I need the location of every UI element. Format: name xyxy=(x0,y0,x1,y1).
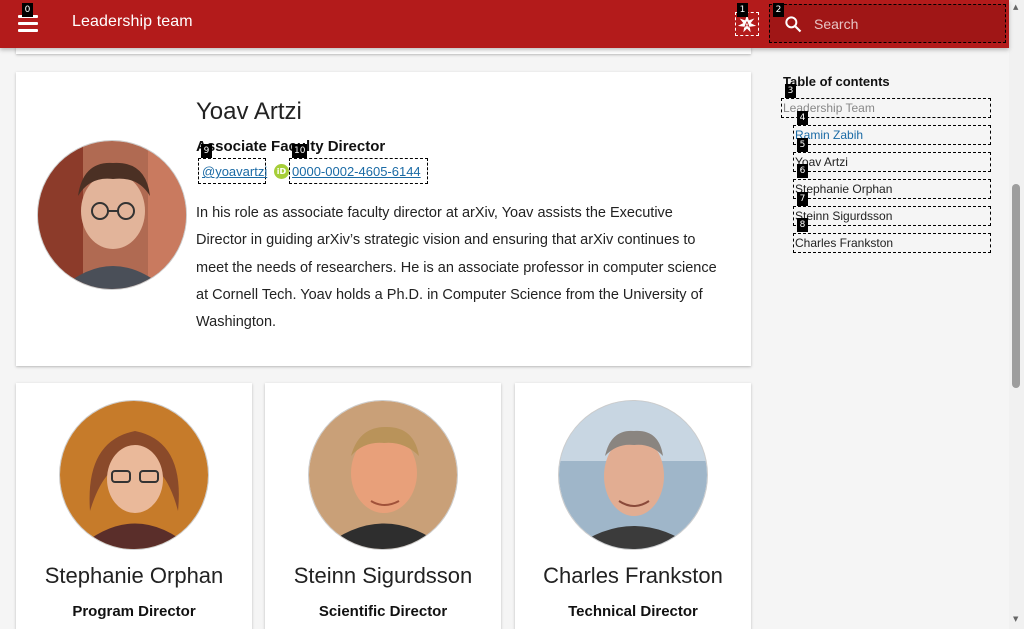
search-box[interactable] xyxy=(769,4,1006,43)
top-app-bar: Leadership team A xyxy=(0,0,1009,48)
toc-item-charles-frankston[interactable]: Charles Frankston xyxy=(793,233,991,253)
marker-5: 5 xyxy=(797,138,808,152)
toc-item-yoav-artzi[interactable]: Yoav Artzi xyxy=(793,152,991,172)
search-input[interactable] xyxy=(814,13,994,35)
marker-1: 1 xyxy=(737,3,748,17)
marker-3: 3 xyxy=(785,84,796,98)
toc-item-steinn-sigurdsson[interactable]: Steinn Sigurdsson xyxy=(793,206,991,226)
profile-card-charles-frankston: Charles Frankston Technical Director xyxy=(515,383,751,629)
person-name: Steinn Sigurdsson xyxy=(293,563,473,588)
avatar xyxy=(37,140,187,290)
person-role: Program Director xyxy=(72,603,196,620)
marker-9: 9 xyxy=(201,144,212,158)
orcid-link[interactable]: 0000-0002-4605-6144 xyxy=(289,158,428,184)
page-scrollbar[interactable]: ▲ ▼ xyxy=(1009,0,1024,629)
marker-10: 10 xyxy=(292,144,308,158)
toc-item-stephanie-orphan[interactable]: Stephanie Orphan xyxy=(793,179,991,199)
toc-item-leadership-team[interactable]: Leadership Team xyxy=(781,98,991,118)
avatar xyxy=(308,400,458,550)
person-role: Associate Faculty Director xyxy=(196,138,386,155)
search-icon xyxy=(785,16,802,33)
avatar xyxy=(59,400,209,550)
scroll-up-arrow-icon[interactable]: ▲ xyxy=(1013,3,1018,11)
page-title: Leadership team xyxy=(72,13,193,30)
profile-card-steinn-sigurdsson: Steinn Sigurdsson Scientific Director xyxy=(265,383,501,629)
marker-8: 8 xyxy=(797,218,808,232)
orcid-icon: iD xyxy=(274,164,289,179)
twitter-link[interactable]: @yoavartzi xyxy=(198,158,267,184)
person-name: Yoav Artzi xyxy=(196,98,302,125)
profile-card-yoav-artzi: Yoav Artzi Associate Faculty Director @y… xyxy=(16,72,751,366)
person-role: Technical Director xyxy=(568,603,698,620)
marker-2: 2 xyxy=(773,3,784,17)
person-bio: In his role as associate faculty directo… xyxy=(196,205,717,331)
marker-4: 4 xyxy=(797,111,808,125)
marker-0: 0 xyxy=(22,3,33,17)
scrollbar-thumb[interactable] xyxy=(1012,184,1020,388)
scroll-down-arrow-icon[interactable]: ▼ xyxy=(1013,615,1018,623)
avatar xyxy=(558,400,708,550)
toc-item-ramin-zabih[interactable]: Ramin Zabih xyxy=(793,125,991,145)
marker-7: 7 xyxy=(797,192,808,206)
person-name: Stephanie Orphan xyxy=(44,563,224,588)
marker-6: 6 xyxy=(797,164,808,178)
svg-text:A: A xyxy=(744,20,750,30)
toc-title: Table of contents xyxy=(783,74,890,89)
person-role: Scientific Director xyxy=(318,603,448,620)
profile-card-stephanie-orphan: Stephanie Orphan Program Director xyxy=(16,383,252,629)
person-name: Charles Frankston xyxy=(543,563,723,588)
